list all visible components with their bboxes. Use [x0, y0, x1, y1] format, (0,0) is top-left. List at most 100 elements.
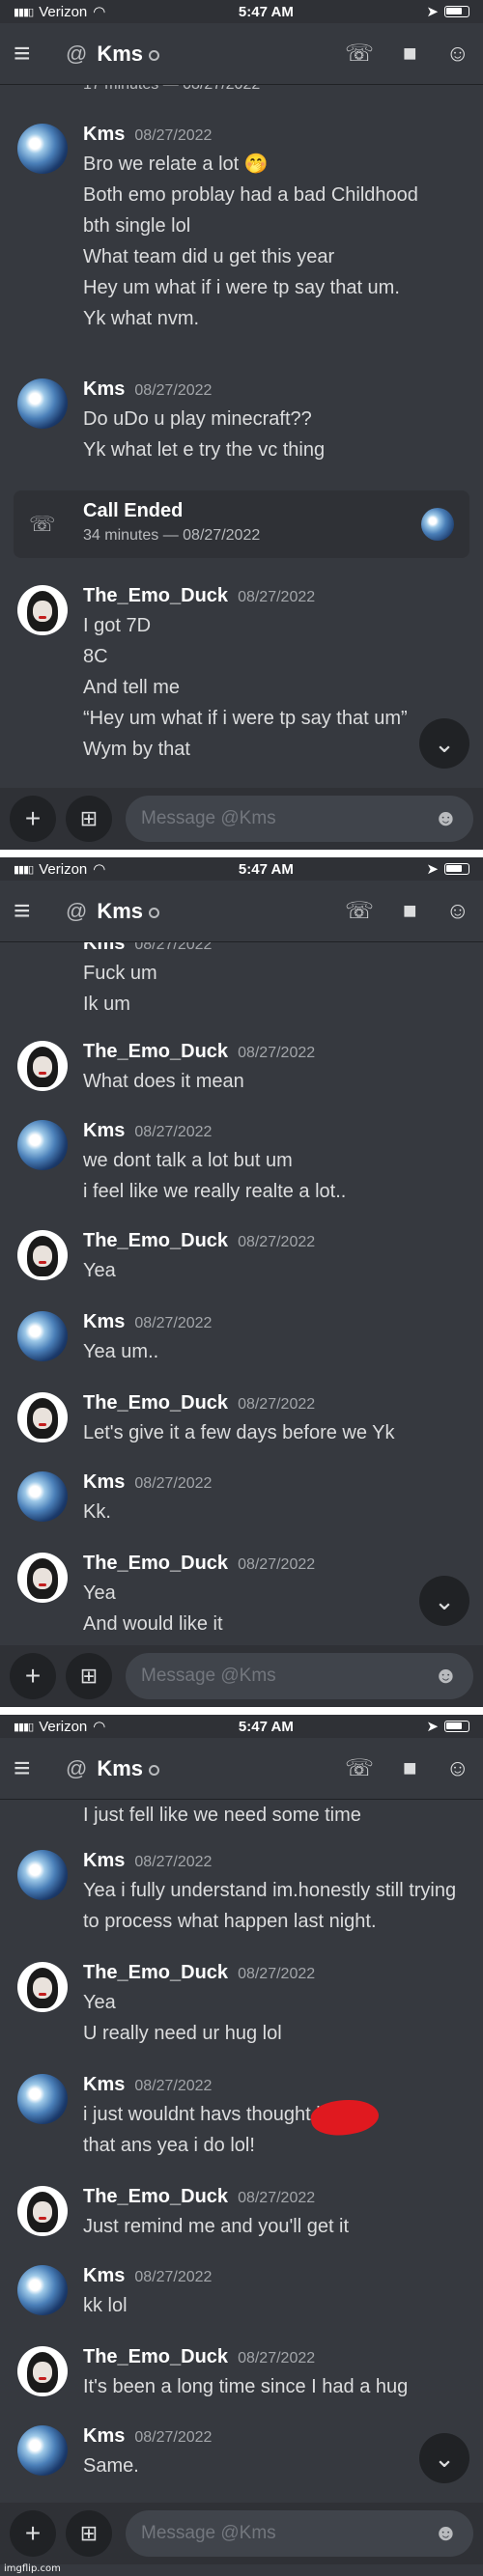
timestamp: 08/27/2022: [238, 1396, 316, 1413]
username[interactable]: The_Emo_Duck: [83, 1962, 228, 1984]
clock: 5:47 AM: [238, 1718, 294, 1735]
username[interactable]: Kms: [83, 1311, 125, 1333]
members-icon[interactable]: ☺: [445, 41, 469, 68]
menu-icon[interactable]: ≡: [14, 1752, 52, 1785]
message-text: i feel like we really realte a lot..: [83, 1181, 347, 1202]
call-title: Call Ended: [83, 500, 184, 521]
avatar[interactable]: [17, 585, 68, 635]
avatar[interactable]: [17, 1553, 68, 1603]
video-call-icon[interactable]: ■: [403, 41, 417, 68]
avatar[interactable]: [17, 2074, 68, 2124]
wifi-icon: ◠: [93, 4, 106, 20]
username[interactable]: The_Emo_Duck: [83, 2186, 228, 2208]
username[interactable]: Kms: [83, 2265, 125, 2287]
message-text: Both emo problay had a bad Childhood: [83, 184, 418, 206]
voice-call-icon[interactable]: ☏: [345, 1754, 374, 1782]
username[interactable]: Kms: [83, 1120, 125, 1142]
message-text: Yea: [83, 1992, 116, 2013]
avatar[interactable]: [17, 2425, 68, 2476]
message-text: Yk what nvm.: [83, 308, 200, 329]
menu-icon[interactable]: ≡: [14, 38, 52, 70]
username[interactable]: Kms: [83, 2074, 125, 2096]
avatar[interactable]: [17, 1850, 68, 1900]
at-symbol: @: [66, 1755, 88, 1780]
message-text: Yk what let e try the vc thing: [83, 439, 326, 461]
timestamp: 08/27/2022: [238, 589, 316, 605]
gift-button[interactable]: ⊞: [66, 1653, 112, 1699]
timestamp: 08/27/2022: [134, 2078, 213, 2094]
message-list[interactable]: Kms 08/27/2022 Fuck um Ik um The_Emo_Duck…: [0, 942, 483, 1645]
members-icon[interactable]: ☺: [445, 1755, 469, 1782]
status-bar: ▮▮▮▯ Verizon ◠ 5:47 AM ➤: [0, 857, 483, 881]
jump-to-present-button[interactable]: ⌄: [419, 718, 469, 769]
add-attachment-button[interactable]: +: [10, 1653, 56, 1699]
username[interactable]: The_Emo_Duck: [83, 2346, 228, 2368]
dm-recipient-name[interactable]: Kms: [97, 1756, 143, 1781]
message-text: U really need ur hug lol: [83, 2023, 282, 2044]
gift-button[interactable]: ⊞: [66, 796, 112, 842]
gift-button[interactable]: ⊞: [66, 2510, 112, 2557]
username[interactable]: Kms: [83, 1850, 125, 1872]
avatar[interactable]: [17, 1230, 68, 1280]
message-list[interactable]: I just fell like we need some time Kms 08…: [0, 1800, 483, 2503]
message-text: kk lol: [83, 2295, 128, 2316]
dm-recipient-name[interactable]: Kms: [97, 42, 143, 67]
username[interactable]: Kms: [83, 2425, 125, 2448]
avatar[interactable]: [17, 124, 68, 174]
call-ended-card[interactable]: ☏ Call Ended 34 minutes — 08/27/2022: [14, 490, 469, 558]
add-attachment-button[interactable]: +: [10, 796, 56, 842]
message-input[interactable]: Message @Kms ☻: [126, 1653, 473, 1699]
timestamp: 08/27/2022: [134, 1854, 213, 1870]
jump-to-present-button[interactable]: ⌄: [419, 1576, 469, 1626]
avatar[interactable]: [17, 378, 68, 429]
message-text: Let's give it a few days before we Yk: [83, 1422, 395, 1443]
dm-recipient-name[interactable]: Kms: [97, 899, 143, 924]
timestamp: 08/27/2022: [134, 2269, 213, 2285]
video-call-icon[interactable]: ■: [403, 898, 417, 925]
chevron-down-icon: ⌄: [434, 2443, 455, 2473]
carrier-label: Verizon: [39, 860, 88, 878]
avatar[interactable]: [17, 2186, 68, 2236]
jump-to-present-button[interactable]: ⌄: [419, 2433, 469, 2483]
voice-call-icon[interactable]: ☏: [345, 897, 374, 925]
members-icon[interactable]: ☺: [445, 898, 469, 925]
username[interactable]: The_Emo_Duck: [83, 585, 228, 607]
username[interactable]: Kms: [83, 942, 125, 955]
timestamp: 08/27/2022: [134, 1124, 213, 1140]
message-text: And would like it: [83, 1613, 223, 1635]
emoji-icon[interactable]: ☻: [434, 1663, 458, 1690]
avatar[interactable]: [17, 1041, 68, 1091]
avatar[interactable]: [17, 1471, 68, 1522]
username[interactable]: The_Emo_Duck: [83, 1392, 228, 1414]
avatar[interactable]: [17, 1311, 68, 1361]
add-attachment-button[interactable]: +: [10, 2510, 56, 2557]
username[interactable]: The_Emo_Duck: [83, 1041, 228, 1063]
message-input[interactable]: Message @Kms ☻: [126, 796, 473, 842]
avatar[interactable]: [17, 2346, 68, 2396]
video-call-icon[interactable]: ■: [403, 1755, 417, 1782]
timestamp: 08/27/2022: [238, 2350, 316, 2366]
username[interactable]: Kms: [83, 124, 125, 146]
timestamp: 08/27/2022: [134, 1475, 213, 1492]
emoji-icon[interactable]: ☻: [434, 2520, 458, 2547]
message-text: Yea um..: [83, 1341, 159, 1362]
username[interactable]: The_Emo_Duck: [83, 1230, 228, 1252]
username[interactable]: The_Emo_Duck: [83, 1553, 228, 1575]
avatar[interactable]: [17, 1392, 68, 1442]
username[interactable]: Kms: [83, 1471, 125, 1494]
plus-icon: +: [24, 1661, 42, 1691]
message-placeholder: Message @Kms: [141, 1666, 276, 1686]
call-duration: 34 minutes — 08/27/2022: [83, 527, 261, 544]
message-input[interactable]: Message @Kms ☻: [126, 2510, 473, 2557]
location-icon: ➤: [426, 1719, 439, 1735]
voice-call-icon[interactable]: ☏: [345, 40, 374, 68]
avatar[interactable]: [17, 2265, 68, 2315]
username[interactable]: Kms: [83, 378, 125, 401]
avatar[interactable]: [17, 1120, 68, 1170]
emoji-icon[interactable]: ☻: [434, 805, 458, 832]
avatar[interactable]: [17, 1962, 68, 2012]
menu-icon[interactable]: ≡: [14, 895, 52, 928]
screenshot-1: ▮▮▮▯ Verizon ◠ 5:47 AM ➤ ≡ @ Kms ☏ ■ ☺ 17 …: [0, 0, 483, 850]
message-text: Do uDo u play minecraft??: [83, 408, 312, 430]
message-list[interactable]: 17 minutes — 08/27/2022 Kms 08/27/2022 Br…: [0, 85, 483, 788]
